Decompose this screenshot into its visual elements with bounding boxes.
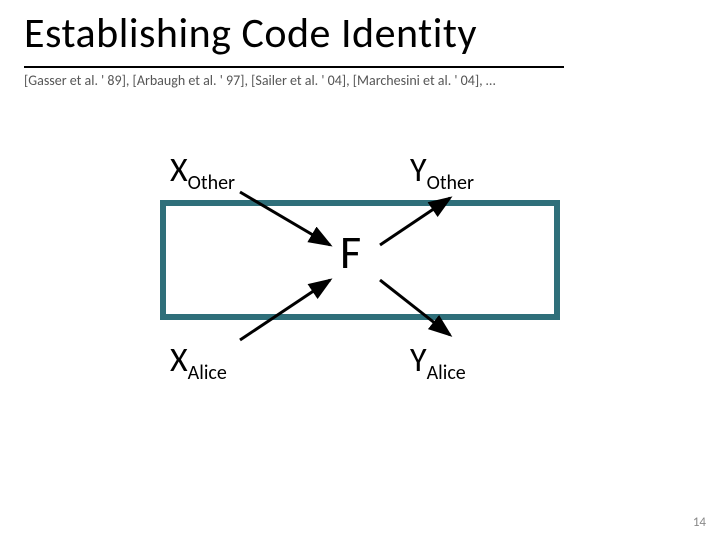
var-y-alice: YAlice — [410, 340, 466, 385]
arrow-xother-to-f — [240, 192, 330, 245]
var-y-alice-base: Y — [410, 340, 427, 381]
title-underline — [24, 66, 564, 68]
citations-line: [Gasser et al. ' 89], [Arbaugh et al. ' … — [24, 72, 495, 89]
var-x-alice: XAlice — [170, 340, 227, 385]
arrow-f-to-yother — [380, 198, 450, 245]
var-x-alice-sub: Alice — [188, 361, 227, 385]
var-y-alice-sub: Alice — [427, 361, 466, 385]
arrow-f-to-yalice — [380, 280, 450, 335]
page-title: Establishing Code Identity — [24, 8, 477, 59]
diagram-container: XOther YOther F XAlice YAlice — [130, 150, 590, 410]
arrow-xalice-to-f — [240, 280, 330, 340]
var-x-alice-base: X — [170, 340, 188, 381]
page-number: 14 — [693, 515, 706, 530]
